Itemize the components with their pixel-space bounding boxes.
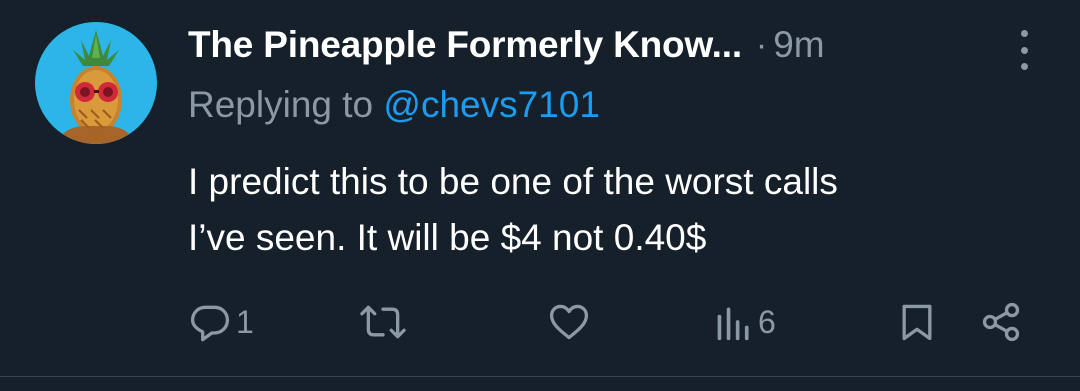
author-name[interactable]: The Pineapple Formerly Know... — [188, 24, 742, 66]
share-button[interactable] — [978, 298, 1024, 346]
share-icon — [982, 302, 1020, 342]
divider — [0, 376, 1080, 377]
avatar[interactable] — [35, 22, 157, 144]
bookmark-button[interactable] — [895, 298, 939, 346]
retweet-icon — [360, 305, 406, 339]
tweet-text: I predict this to be one of the worst ca… — [188, 154, 1048, 266]
tweet[interactable]: The Pineapple Formerly Know... · 9m Repl… — [0, 0, 1080, 391]
reply-count: 1 — [236, 303, 254, 340]
tweet-text-line: I’ve seen. It will be $4 not 0.40$ — [188, 217, 707, 258]
replying-to: Replying to @chevs7101 — [188, 84, 600, 126]
action-bar: 1 6 — [0, 298, 1080, 346]
heart-icon — [549, 304, 589, 340]
reply-icon — [190, 305, 230, 342]
reply-prefix: Replying to — [188, 84, 374, 125]
views-button[interactable]: 6 — [714, 298, 776, 346]
views-count: 6 — [758, 303, 776, 340]
reply-handle-link[interactable]: @chevs7101 — [383, 84, 600, 125]
reply-button[interactable]: 1 — [188, 298, 254, 346]
tweet-header: The Pineapple Formerly Know... · 9m — [188, 20, 1040, 70]
more-icon[interactable] — [1014, 30, 1034, 70]
separator: · — [755, 25, 768, 64]
pineapple-avatar-icon — [55, 30, 137, 144]
retweet-button[interactable] — [358, 298, 412, 346]
views-icon — [717, 307, 749, 341]
like-button[interactable] — [546, 298, 596, 346]
bookmark-icon — [902, 304, 932, 341]
tweet-text-line: I predict this to be one of the worst ca… — [188, 161, 838, 202]
timestamp[interactable]: 9m — [773, 24, 824, 66]
